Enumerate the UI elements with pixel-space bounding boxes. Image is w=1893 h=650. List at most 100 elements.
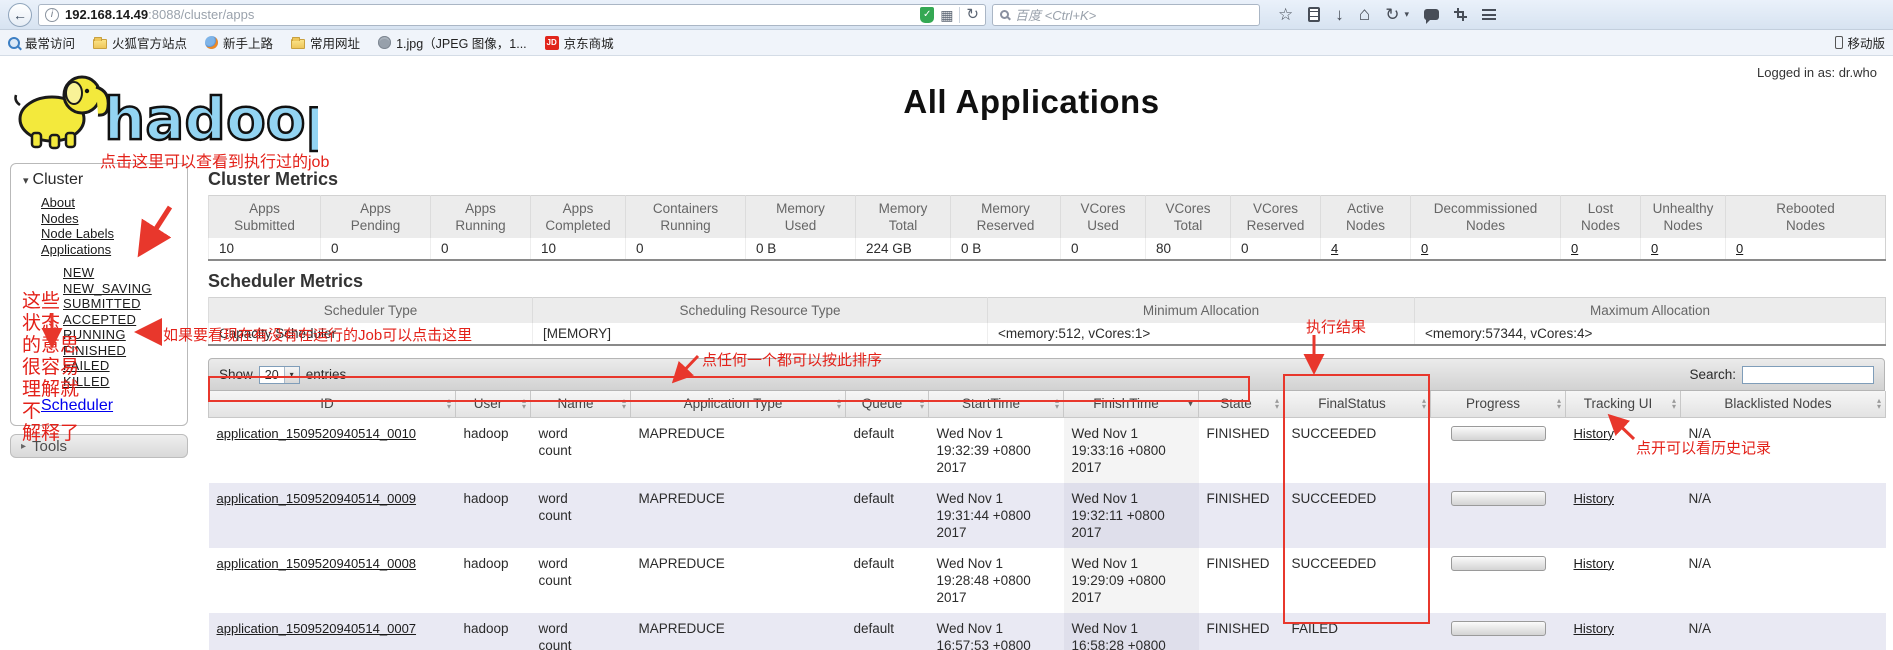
sidebar-item: About (41, 195, 179, 211)
screenshot-icon[interactable] (1454, 8, 1467, 21)
url-bar[interactable]: i 192.168.14.49:8088/cluster/apps ✓ ▦ ↻ (38, 4, 986, 26)
cluster-metric-link[interactable]: 0 (1651, 241, 1658, 256)
cluster-metric-value: 224 GB (856, 238, 951, 260)
page-size-select[interactable]: 20 ▾ (259, 366, 300, 384)
apps-column-header-queue[interactable]: Queue▴▾ (846, 391, 929, 417)
app-id-link[interactable]: application_1509520940514_0007 (217, 621, 417, 636)
chat-icon[interactable] (1424, 9, 1439, 20)
menu-icon[interactable] (1482, 9, 1496, 20)
sidebar-item-node-labels[interactable]: Node Labels (41, 226, 114, 241)
cluster-metric-link[interactable]: 0 (1571, 241, 1578, 256)
url-text[interactable]: 192.168.14.49:8088/cluster/apps (65, 7, 914, 22)
app-id-link[interactable]: application_1509520940514_0010 (217, 426, 417, 441)
page-title: All Applications (0, 83, 1893, 121)
state-cell: FINISHED (1199, 613, 1284, 650)
queue-cell: default (846, 483, 929, 548)
sidebar-item-nodes[interactable]: Nodes (41, 211, 79, 226)
back-button[interactable]: ← (8, 3, 32, 27)
download-icon[interactable]: ↓ (1335, 6, 1344, 23)
sort-icon: ▴▾ (1422, 398, 1426, 410)
starttime-text: Wed Nov 1 19:28:48 +0800 2017 (937, 555, 1033, 606)
apps-column-header-id[interactable]: ID▴▾ (209, 391, 456, 417)
sync-icon[interactable]: ↻ (1385, 6, 1399, 23)
apps-column-header-tracking-ui[interactable]: Tracking UI▴▾ (1566, 391, 1681, 417)
application-type-cell: MAPREDUCE (631, 548, 846, 613)
cluster-nav-label: Cluster (33, 171, 84, 188)
history-link[interactable]: History (1574, 621, 1614, 636)
name-text: word count (539, 620, 587, 650)
apps-column-header-blacklisted-nodes[interactable]: Blacklisted Nodes▴▾ (1681, 391, 1886, 417)
bookmark-label: 最常访问 (25, 33, 75, 52)
table-search-input[interactable] (1742, 366, 1874, 384)
apps-column-header-finishtime[interactable]: FinishTime▾ (1064, 391, 1199, 417)
user-cell: hadoop (456, 417, 531, 483)
bookmark-item[interactable]: 1.jpg（JPEG 图像，1... (378, 33, 527, 52)
app-id-link[interactable]: application_1509520940514_0009 (217, 491, 417, 506)
progress-cell (1431, 483, 1566, 548)
cluster-metric-header: VCoresTotal (1146, 196, 1231, 239)
sync-dropdown-caret-icon[interactable]: ▾ (1404, 9, 1409, 20)
bookmark-item[interactable]: JD京东商城 (545, 33, 614, 52)
bookmark-item[interactable]: 常用网址 (291, 33, 360, 52)
sidebar-state-new[interactable]: NEW (63, 265, 94, 280)
search-box[interactable]: 百度 <Ctrl+K> (992, 4, 1260, 26)
sidebar-state-item: KILLED (63, 374, 179, 390)
app-id-cell: application_1509520940514_0007 (209, 613, 456, 650)
history-link[interactable]: History (1574, 426, 1614, 441)
security-shield-icon[interactable]: ✓ (920, 7, 934, 23)
apps-column-header-progress[interactable]: Progress▴▾ (1431, 391, 1566, 417)
chevron-down-icon: ▾ (23, 175, 29, 187)
bookmark-item[interactable]: 火狐官方站点 (93, 33, 187, 52)
apps-column-header-user[interactable]: User▴▾ (456, 391, 531, 417)
url-path: :8088/cluster/apps (148, 7, 254, 22)
bookmark-star-icon[interactable]: ☆ (1278, 6, 1293, 23)
cluster-metric-value: 0 (1061, 238, 1146, 260)
apps-column-header-application-type[interactable]: Application Type▴▾ (631, 391, 846, 417)
cluster-metric-link[interactable]: 0 (1421, 241, 1428, 256)
sidebar-item-applications[interactable]: Applications (41, 242, 111, 257)
url-host: 192.168.14.49 (65, 7, 148, 22)
apps-column-header-name[interactable]: Name▴▾ (531, 391, 631, 417)
user-cell: hadoop (456, 483, 531, 548)
sidebar-state-item: SUBMITTED (63, 296, 179, 312)
bookmarks-panel-icon[interactable] (1308, 7, 1320, 22)
cluster-metric-value: 80 (1146, 238, 1231, 260)
name-cell: word count (531, 417, 631, 483)
site-info-icon[interactable]: i (45, 8, 59, 22)
apps-column-header-state[interactable]: State▴▾ (1199, 391, 1284, 417)
bookmark-item[interactable]: 最常访问 (8, 33, 75, 52)
sidebar-item: Applications (41, 242, 179, 258)
sidebar-state-item: ACCEPTED (63, 312, 179, 328)
sort-icon: ▴▾ (1557, 398, 1561, 410)
apps-column-header-finalstatus[interactable]: FinalStatus▴▾ (1284, 391, 1431, 417)
tracking-ui-cell: History (1566, 548, 1681, 613)
cluster-metric-link[interactable]: 0 (1736, 241, 1743, 256)
app-id-link[interactable]: application_1509520940514_0008 (217, 556, 417, 571)
finishtime-cell: Wed Nov 1 19:33:16 +0800 2017 (1064, 417, 1199, 483)
cluster-nav-header[interactable]: ▾ Cluster (21, 169, 179, 195)
bookmark-label: 1.jpg（JPEG 图像，1... (396, 33, 527, 52)
sort-icon: ▴▾ (1877, 398, 1881, 410)
home-icon[interactable]: ⌂ (1359, 5, 1370, 24)
user-cell: hadoop (456, 548, 531, 613)
apps-column-header-starttime[interactable]: StartTime▴▾ (929, 391, 1064, 417)
reload-icon[interactable]: ↻ (966, 7, 979, 22)
search-label: Search: (1689, 367, 1736, 382)
history-link[interactable]: History (1574, 556, 1614, 571)
bookmark-mobile[interactable]: 移动版 (1835, 33, 1885, 52)
cluster-metric-link[interactable]: 4 (1331, 241, 1338, 256)
queue-cell: default (846, 613, 929, 650)
blacklisted-nodes-cell: N/A (1681, 613, 1886, 650)
app-id-cell: application_1509520940514_0010 (209, 417, 456, 483)
bookmark-label: 新手上路 (223, 33, 273, 52)
qr-code-icon[interactable]: ▦ (940, 8, 953, 22)
starttime-text: Wed Nov 1 19:32:39 +0800 2017 (937, 425, 1033, 476)
history-link[interactable]: History (1574, 491, 1614, 506)
tracking-ui-cell: History (1566, 483, 1681, 548)
cluster-metric-value: 0 B (951, 238, 1061, 260)
finishtime-cell: Wed Nov 1 16:58:28 +0800 2017 (1064, 613, 1199, 650)
bookmark-item[interactable]: 新手上路 (205, 33, 273, 52)
browser-toolbar: ← i 192.168.14.49:8088/cluster/apps ✓ ▦ … (0, 0, 1893, 30)
sidebar-item-about[interactable]: About (41, 195, 75, 210)
state-cell: FINISHED (1199, 417, 1284, 483)
